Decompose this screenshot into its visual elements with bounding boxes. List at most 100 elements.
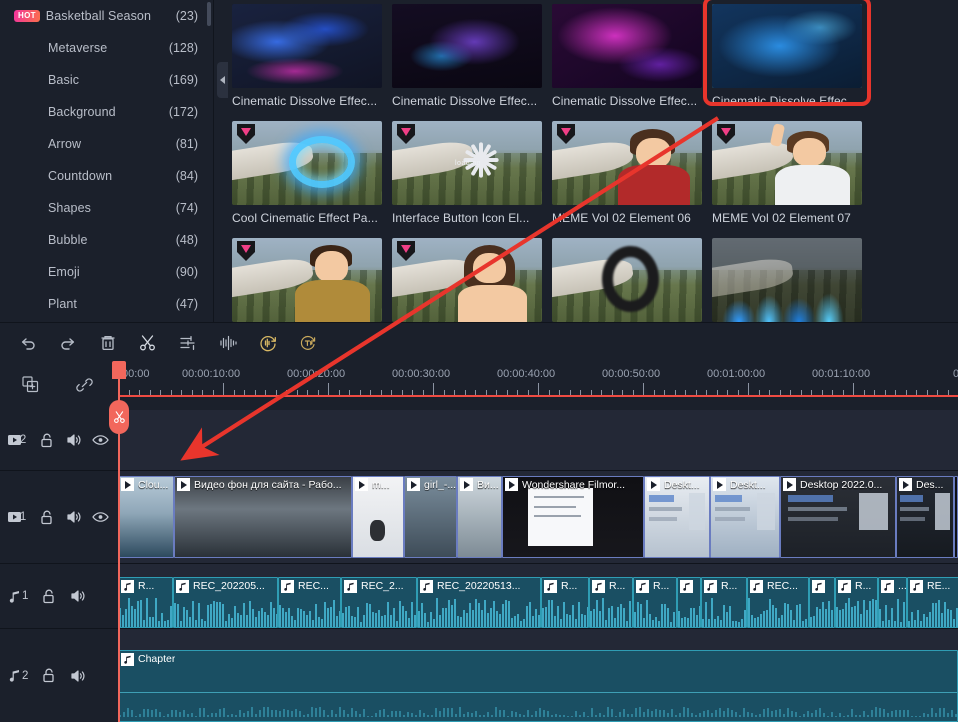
video-track-2-lane[interactable] — [118, 410, 958, 470]
effect-label: Cinematic Dissolve Effec... — [552, 94, 698, 108]
audio-clip[interactable] — [677, 577, 701, 628]
sidebar-item-background[interactable]: Background (172) — [0, 96, 210, 128]
unlock-icon[interactable] — [42, 586, 70, 606]
video-clip[interactable]: m... — [352, 476, 404, 558]
link-button[interactable] — [72, 372, 96, 396]
effect-card[interactable]: Cool Cinematic Effect Pa... — [232, 121, 382, 225]
audio-clip[interactable]: R... — [589, 577, 633, 628]
split-button[interactable] — [136, 331, 160, 355]
audio-clip[interactable]: R... — [633, 577, 677, 628]
sidebar-item-bubble[interactable]: Bubble (48) — [0, 224, 210, 256]
speaker-icon[interactable] — [66, 507, 92, 527]
unlock-icon[interactable] — [40, 507, 66, 527]
redo-button[interactable] — [56, 331, 80, 355]
track-header-video-1[interactable]: 1 — [0, 471, 118, 563]
effect-thumbnail[interactable] — [552, 121, 702, 205]
effect-thumbnail[interactable] — [392, 4, 542, 88]
effect-card[interactable]: Cinematic Dissolve Effec... — [552, 4, 702, 108]
effect-card[interactable]: loading Interface Button Icon El... — [392, 121, 542, 225]
sidebar-item-count: (48) — [175, 233, 198, 247]
speaker-icon[interactable] — [66, 430, 92, 450]
sidebar-item-arrow[interactable]: Arrow (81) — [0, 128, 210, 160]
sidebar-item-plant[interactable]: Plant (47) — [0, 288, 210, 320]
delete-button[interactable] — [96, 331, 120, 355]
sidebar-item-basketball-season[interactable]: HOT Basketball Season (23) — [0, 0, 210, 32]
effect-thumbnail[interactable] — [392, 238, 542, 322]
sidebar-item-emoji[interactable]: Emoji (90) — [0, 256, 210, 288]
effect-thumbnail[interactable] — [232, 238, 382, 322]
video-clip[interactable]: W... — [954, 476, 958, 558]
audio-track-2-lane[interactable]: Chapter — [118, 629, 958, 722]
audio-clip[interactable]: REC_202205... — [173, 577, 278, 628]
sidebar-item-metaverse[interactable]: Metaverse (128) — [0, 32, 210, 64]
effect-card[interactable]: MEME Vol 02 Element 07 — [712, 121, 862, 225]
effect-card-selected[interactable]: Cinematic Dissolve Effec... — [703, 0, 871, 108]
video-clip[interactable]: Wondershare Filmor... — [502, 476, 644, 558]
chevron-left-icon[interactable] — [217, 62, 228, 98]
eye-icon[interactable] — [92, 507, 118, 527]
effect-card[interactable] — [712, 238, 862, 322]
time-ruler[interactable]: 00:00 00:00:10:00 00:00:20:00 00:00:30:0… — [118, 362, 958, 410]
track-header-video-2[interactable]: 2 — [0, 410, 118, 470]
audio-waveform-button[interactable] — [216, 331, 240, 355]
audio-clip[interactable]: R... — [541, 577, 589, 628]
effect-card[interactable] — [552, 238, 702, 322]
video-track-1-lane[interactable]: Clou... Видео фон для сайта - Рабо... m...… — [118, 471, 958, 563]
sidebar-item-basic[interactable]: Basic (169) — [0, 64, 210, 96]
audio-clip[interactable]: REC... — [278, 577, 341, 628]
sidebar-item-countdown[interactable]: Countdown (84) — [0, 160, 210, 192]
unlock-icon[interactable] — [40, 430, 66, 450]
audio-clip[interactable]: REC_20220513... — [417, 577, 541, 628]
adjust-button[interactable] — [176, 331, 200, 355]
clip-title-bar: Deskt... — [645, 477, 709, 492]
music-note-icon — [281, 579, 294, 593]
audio-clip[interactable]: REC... — [747, 577, 809, 628]
effect-thumbnail[interactable] — [712, 4, 862, 88]
track-header-audio-2[interactable]: 2 — [0, 629, 118, 722]
effect-thumbnail[interactable]: loading — [392, 121, 542, 205]
video-clip[interactable]: Desktop 2022.0... — [780, 476, 896, 558]
effect-card[interactable]: MEME Vol 02 Element 06 — [552, 121, 702, 225]
audio-clip[interactable]: ... — [878, 577, 907, 628]
music-note-icon — [750, 579, 763, 593]
effect-thumbnail[interactable] — [232, 121, 382, 205]
video-clip[interactable]: girl_-... — [404, 476, 457, 558]
effect-thumbnail[interactable] — [552, 4, 702, 88]
effect-card[interactable]: Cinematic Dissolve Effec... — [392, 4, 542, 108]
crop-button[interactable] — [18, 372, 42, 396]
audio-clip[interactable]: R... — [835, 577, 878, 628]
audio-clip[interactable]: R... — [701, 577, 747, 628]
audio-clip[interactable]: REC_2... — [341, 577, 417, 628]
sidebar-item-shapes[interactable]: Shapes (74) — [0, 192, 210, 224]
unlock-icon[interactable] — [42, 666, 70, 686]
chapter-clip[interactable]: Chapter — [118, 650, 958, 722]
video-clip[interactable]: Clou... — [118, 476, 174, 558]
auto-beat-sync-button[interactable] — [256, 331, 280, 355]
audio-track-1-lane[interactable]: R... REC_202205... REC... REC_2... REC_20220… — [118, 564, 958, 628]
effect-thumbnail[interactable] — [552, 238, 702, 322]
effect-card[interactable] — [232, 238, 382, 322]
track-header-audio-1[interactable]: 1 — [0, 564, 118, 628]
effect-card[interactable]: Cinematic Dissolve Effec... — [232, 4, 382, 108]
video-clip[interactable]: Ви... — [457, 476, 502, 558]
clip-label: REC_20220513... — [437, 580, 521, 592]
effect-card[interactable] — [392, 238, 542, 322]
speech-to-text-button[interactable] — [296, 331, 320, 355]
effect-thumbnail[interactable] — [232, 4, 382, 88]
playhead[interactable] — [109, 361, 129, 722]
undo-button[interactable] — [16, 331, 40, 355]
speaker-icon[interactable] — [70, 586, 98, 606]
audio-clip[interactable]: RE... — [907, 577, 958, 628]
speaker-icon[interactable] — [70, 666, 98, 686]
video-clip[interactable]: Видео фон для сайта - Рабо... — [174, 476, 352, 558]
effect-thumbnail[interactable] — [712, 121, 862, 205]
video-clip[interactable]: Des... — [896, 476, 954, 558]
playhead-split-button[interactable] — [109, 400, 129, 434]
effects-category-sidebar[interactable]: HOT Basketball Season (23) Metaverse (12… — [0, 0, 211, 322]
audio-clip[interactable] — [809, 577, 835, 628]
audio-clip[interactable]: R... — [118, 577, 173, 628]
playhead-handle[interactable] — [112, 361, 126, 379]
video-clip[interactable]: Deskt... — [710, 476, 780, 558]
video-clip[interactable]: Deskt... — [644, 476, 710, 558]
effect-thumbnail[interactable] — [712, 238, 862, 322]
